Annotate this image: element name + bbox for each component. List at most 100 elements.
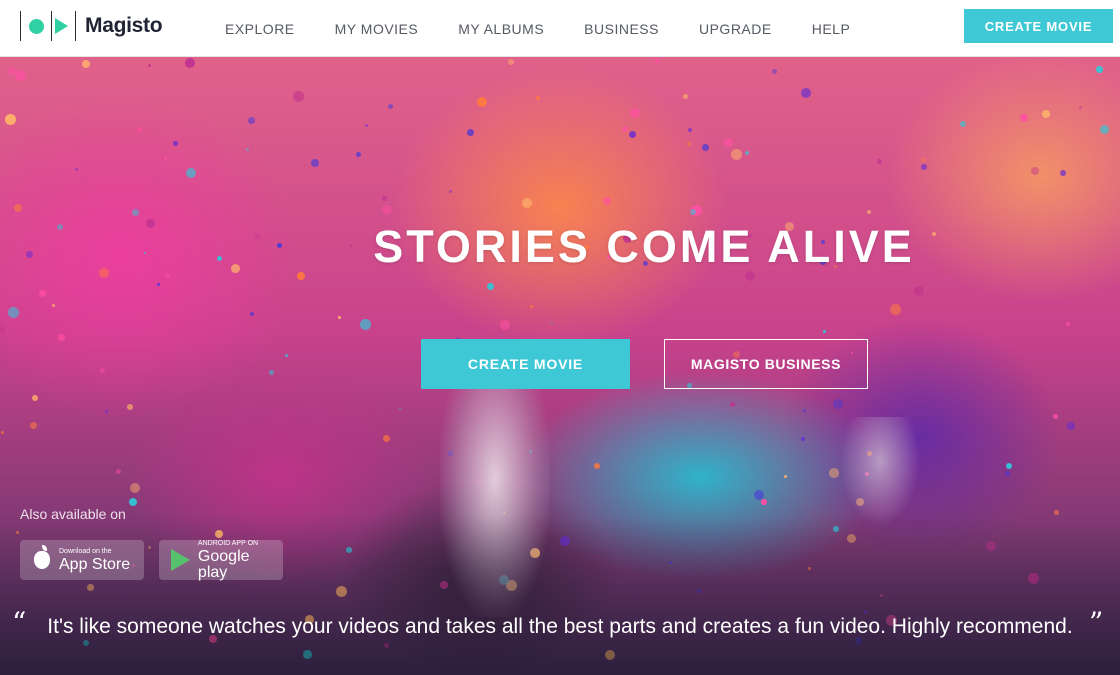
powder-particle — [761, 499, 767, 505]
powder-particle — [250, 312, 255, 317]
powder-particle — [297, 272, 305, 280]
powder-particle — [1060, 170, 1066, 176]
powder-particle — [1, 431, 5, 435]
powder-particle — [5, 114, 16, 125]
create-movie-nav-button[interactable]: CREATE MOVIE — [964, 9, 1113, 43]
magisto-logo[interactable]: Magisto — [20, 11, 163, 41]
powder-particle — [477, 97, 487, 107]
nav-my-albums[interactable]: MY ALBUMS — [458, 21, 544, 37]
powder-particle — [132, 209, 140, 217]
powder-particle — [8, 307, 19, 318]
powder-particle — [157, 283, 160, 286]
powder-particle — [629, 131, 636, 138]
powder-particle — [1020, 114, 1028, 122]
powder-particle — [688, 128, 692, 132]
powder-particle — [388, 104, 394, 110]
hero-headline: STORIES COME ALIVE — [373, 221, 915, 272]
powder-particle — [921, 164, 927, 170]
powder-particle — [594, 463, 601, 470]
powder-particle — [382, 196, 387, 201]
also-available-label: Also available on — [20, 506, 126, 522]
google-play-badge[interactable]: ANDROID APP ON Google play — [159, 540, 283, 580]
powder-particle — [165, 273, 171, 279]
create-movie-button[interactable]: CREATE MOVIE — [421, 339, 630, 389]
powder-particle — [487, 283, 495, 291]
powder-particle — [185, 58, 195, 68]
powder-particle — [1096, 66, 1103, 73]
google-play-small-text: ANDROID APP ON — [197, 539, 259, 547]
powder-particle — [246, 148, 249, 151]
powder-particle — [105, 410, 109, 414]
powder-particle — [683, 94, 688, 99]
powder-particle — [622, 126, 629, 133]
powder-particle — [293, 91, 304, 102]
logo-divider — [51, 11, 52, 41]
powder-particle — [1031, 167, 1040, 176]
powder-particle — [382, 205, 392, 215]
close-quote-mark: ” — [1089, 606, 1104, 639]
powder-particle — [399, 408, 402, 411]
magisto-business-button[interactable]: MAGISTO BUSINESS — [664, 339, 868, 389]
nav-help[interactable]: HELP — [812, 21, 851, 37]
logo-record-icon — [29, 18, 44, 34]
powder-particle — [801, 437, 806, 442]
powder-particle — [360, 319, 371, 330]
powder-particle — [311, 159, 320, 168]
powder-particle — [186, 168, 197, 179]
hero-photo-figure — [840, 417, 920, 527]
powder-particle — [100, 368, 106, 374]
powder-particle — [801, 88, 811, 98]
powder-particle — [630, 108, 641, 119]
logo-play-icon — [55, 18, 68, 34]
powder-particle — [536, 96, 541, 101]
powder-particle — [655, 59, 660, 64]
powder-particle — [1054, 510, 1059, 515]
powder-particle — [75, 168, 78, 171]
google-play-icon — [171, 549, 191, 571]
top-navigation-bar: Magisto EXPLORE MY MOVIES MY ALBUMS BUSI… — [0, 0, 1120, 57]
powder-particle — [530, 305, 533, 308]
powder-particle — [127, 404, 133, 410]
logo-divider — [20, 11, 21, 41]
powder-particle — [39, 290, 46, 297]
powder-particle — [833, 399, 843, 409]
powder-particle — [508, 59, 515, 66]
powder-particle — [173, 141, 178, 146]
powder-particle — [551, 322, 554, 325]
powder-particle — [15, 70, 26, 81]
nav-business[interactable]: BUSINESS — [584, 21, 659, 37]
powder-particle — [687, 142, 692, 147]
app-store-big-text: App Store — [59, 555, 131, 573]
powder-particle — [754, 490, 764, 500]
powder-particle — [269, 370, 274, 375]
testimonial-text: It's like someone watches your videos an… — [47, 615, 1073, 638]
powder-particle — [914, 286, 924, 296]
logo-wordmark: Magisto — [85, 14, 163, 37]
hero-bottom-shade — [0, 515, 1120, 675]
nav-explore[interactable]: EXPLORE — [225, 21, 295, 37]
powder-particle — [784, 475, 788, 479]
powder-particle — [164, 157, 168, 161]
powder-particle — [285, 354, 288, 357]
powder-particle — [702, 144, 709, 151]
powder-particle — [129, 498, 138, 507]
powder-particle — [467, 129, 474, 136]
nav-my-movies[interactable]: MY MOVIES — [335, 21, 419, 37]
powder-particle — [1005, 471, 1011, 477]
hero-banner: STORIES COME ALIVE CREATE MOVIE MAGISTO … — [0, 57, 1120, 675]
powder-particle — [877, 159, 883, 165]
powder-particle — [137, 127, 142, 132]
app-store-badge[interactable]: Download on the App Store — [20, 540, 144, 580]
powder-particle — [829, 468, 839, 478]
powder-particle — [0, 327, 5, 332]
powder-particle — [803, 409, 807, 413]
powder-particle — [1100, 125, 1110, 135]
powder-particle — [32, 395, 39, 402]
powder-particle — [921, 158, 926, 163]
powder-particle — [724, 138, 733, 147]
powder-particle — [1042, 110, 1050, 118]
nav-upgrade[interactable]: UPGRADE — [699, 21, 772, 37]
powder-particle — [130, 483, 141, 494]
app-store-small-text: Download on the — [59, 547, 112, 555]
powder-particle — [1006, 463, 1013, 470]
